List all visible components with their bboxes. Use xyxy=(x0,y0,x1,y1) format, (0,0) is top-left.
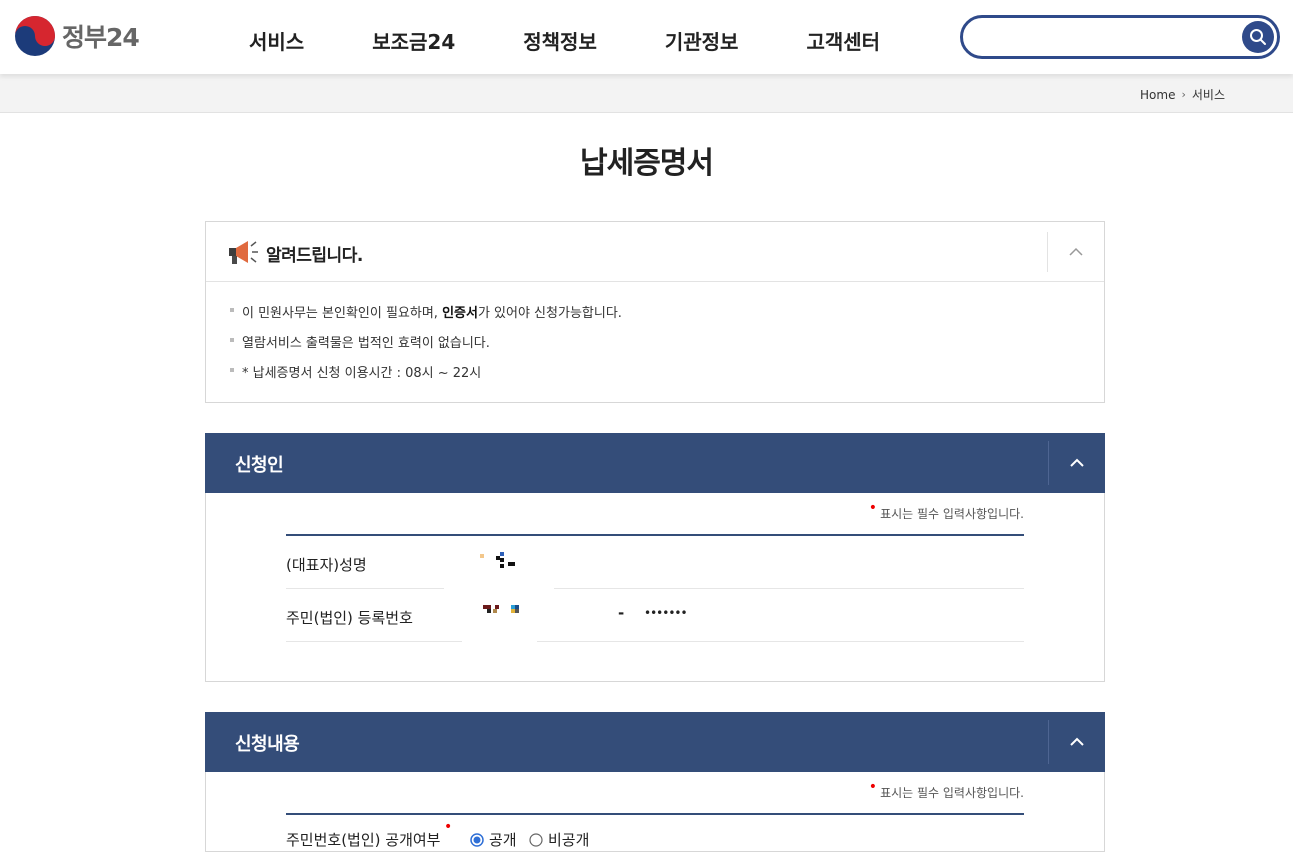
required-dot-icon: • xyxy=(868,779,878,795)
form-row-disclosure: 주민번호(법인) 공개여부 • 공개 비공개 xyxy=(286,815,1024,868)
breadcrumb-current[interactable]: 서비스 xyxy=(1192,86,1225,103)
name-value[interactable] xyxy=(480,552,540,572)
notice-panel: 알려드립니다. 이 민원사무는 본인확인이 필요하며, 인증서가 있어야 신청가… xyxy=(205,221,1105,403)
regno-front-value[interactable] xyxy=(483,605,543,621)
radio-unchecked-icon xyxy=(529,832,543,847)
notice-item: 이 민원사무는 본인확인이 필요하며, 인증서가 있어야 신청가능합니다. xyxy=(230,302,1104,332)
page-title: 납세증명서 xyxy=(580,146,714,181)
taegeuk-logo-icon xyxy=(15,16,55,56)
notice-item: * 납세증명서 신청 이용시간 : 08시 ~ 22시 xyxy=(230,362,1104,392)
logo-text: 정부24 xyxy=(62,23,140,52)
chevron-up-icon[interactable] xyxy=(1068,244,1084,260)
chevron-up-icon[interactable] xyxy=(1069,734,1085,750)
notice-list: 이 민원사무는 본인확인이 필요하며, 인증서가 있어야 신청가능합니다. 열람… xyxy=(206,282,1104,392)
nav-item-services[interactable]: 서비스 xyxy=(249,26,304,55)
required-dot-icon: • xyxy=(444,819,453,835)
required-note: • 표시는 필수 입력사항입니다. xyxy=(868,779,1024,800)
divider xyxy=(1047,232,1048,272)
regno-back-value[interactable]: ••••••• xyxy=(644,606,688,620)
field-label: 주민번호(법인) 공개여부 xyxy=(286,831,441,849)
logo[interactable]: 정부24 xyxy=(14,15,140,57)
search-box xyxy=(960,15,1280,59)
required-note: • 표시는 필수 입력사항입니다. xyxy=(868,500,1024,521)
breadcrumb: Home › 서비스 xyxy=(1140,86,1225,103)
radio-private[interactable]: 비공개 xyxy=(529,829,589,850)
notice-header[interactable]: 알려드립니다. xyxy=(206,222,1104,282)
breadcrumb-bar: Home › 서비스 xyxy=(0,74,1293,113)
search-icon xyxy=(1250,29,1266,45)
row-line xyxy=(286,641,462,642)
main-nav: 서비스 보조금24 정책정보 기관정보 고객센터 xyxy=(249,26,948,55)
nav-item-agency[interactable]: 기관정보 xyxy=(665,26,739,55)
required-dot-icon: • xyxy=(868,500,878,516)
divider xyxy=(1048,441,1049,485)
notice-title: 알려드립니다. xyxy=(266,246,363,266)
site-header: 정부24 서비스 보조금24 정책정보 기관정보 고객센터 xyxy=(0,0,1293,74)
megaphone-icon xyxy=(229,241,258,264)
chevron-right-icon: › xyxy=(1181,88,1186,101)
regno-separator: - xyxy=(618,604,625,622)
radio-checked-icon xyxy=(470,832,484,847)
search-input[interactable] xyxy=(977,26,1237,48)
nav-item-support[interactable]: 고객센터 xyxy=(806,26,880,55)
breadcrumb-home[interactable]: Home xyxy=(1140,88,1175,102)
form-row-name: (대표자)성명 xyxy=(286,536,1024,589)
row-line xyxy=(537,641,1024,642)
application-section-header[interactable]: 신청내용 xyxy=(205,712,1105,772)
chevron-up-icon[interactable] xyxy=(1069,455,1085,471)
field-label: 주민(법인) 등록번호 xyxy=(286,609,413,627)
form-row-regno: 주민(법인) 등록번호 - ••••••• xyxy=(286,589,1024,642)
divider xyxy=(1048,720,1049,764)
applicant-section-header[interactable]: 신청인 xyxy=(205,433,1105,493)
field-label: (대표자)성명 xyxy=(286,556,367,574)
nav-item-policy[interactable]: 정책정보 xyxy=(523,26,597,55)
notice-item: 열람서비스 출력물은 법적인 효력이 없습니다. xyxy=(230,332,1104,362)
nav-item-subsidy[interactable]: 보조금24 xyxy=(372,26,455,55)
applicant-section: 신청인 • 표시는 필수 입력사항입니다. (대표자)성명 주민(법인) 등록번호 xyxy=(205,433,1105,682)
application-section: 신청내용 • 표시는 필수 입력사항입니다. 주민번호(법인) 공개여부 • 공개… xyxy=(205,712,1105,852)
radio-public[interactable]: 공개 xyxy=(470,829,517,850)
search-button[interactable] xyxy=(1242,21,1274,53)
section-title: 신청인 xyxy=(235,455,284,476)
section-title: 신청내용 xyxy=(235,734,300,755)
